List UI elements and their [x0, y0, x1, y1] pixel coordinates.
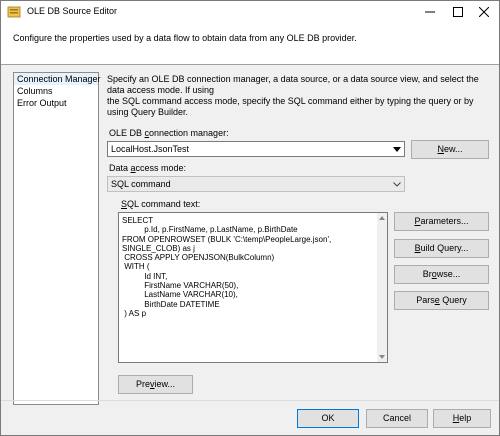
data-access-mode-label: Data access mode:	[109, 163, 187, 173]
parameters-button[interactable]: Parameters...	[394, 212, 489, 231]
cancel-button[interactable]: Cancel	[366, 409, 428, 428]
data-access-mode-dropdown[interactable]: SQL command	[107, 176, 405, 192]
browse-button[interactable]: Browse...	[394, 265, 489, 284]
dropdown-arrow-icon[interactable]	[389, 142, 404, 156]
ok-button[interactable]: OK	[297, 409, 359, 428]
window-title: OLE DB Source Editor	[27, 6, 118, 16]
nav-item-error-output[interactable]: Error Output	[14, 97, 98, 109]
close-button[interactable]	[469, 1, 499, 23]
instructions-line-1: Specify an OLE DB connection manager, a …	[107, 74, 479, 95]
ole-db-source-editor-window: OLE DB Source Editor Configure the prope…	[0, 0, 500, 436]
scroll-down-icon[interactable]	[377, 352, 387, 362]
title-bar: OLE DB Source Editor	[1, 1, 499, 23]
instructions-text: Specify an OLE DB connection manager, a …	[107, 74, 489, 118]
data-access-mode-value: SQL command	[111, 179, 171, 189]
description-text: Configure the properties used by a data …	[13, 33, 357, 43]
help-button[interactable]: Help	[433, 409, 491, 428]
parse-query-button[interactable]: Parse Query	[394, 291, 489, 310]
connection-manager-value: LocalHost.JsonTest	[111, 144, 190, 154]
footer-divider	[1, 400, 499, 401]
app-icon	[7, 5, 21, 19]
nav-item-connection-manager[interactable]: Connection Manager	[14, 73, 101, 85]
build-query-button[interactable]: Build Query...	[394, 239, 489, 258]
minimize-button[interactable]	[415, 1, 445, 23]
sql-command-text-label: SQL command text:	[121, 199, 201, 209]
scroll-up-icon[interactable]	[377, 213, 387, 223]
chevron-down-icon[interactable]	[389, 177, 404, 191]
instructions-line-2: the SQL command access mode, specify the…	[107, 96, 474, 117]
sql-command-textarea[interactable]: SELECT p.Id, p.FirstName, p.LastName, p.…	[118, 212, 388, 363]
vertical-scrollbar[interactable]	[377, 213, 387, 362]
description-panel: Configure the properties used by a data …	[1, 23, 499, 65]
connection-manager-label: OLE DB connection manager:	[109, 128, 229, 138]
preview-button[interactable]: Preview...	[118, 375, 193, 394]
connection-manager-dropdown[interactable]: LocalHost.JsonTest	[107, 141, 405, 157]
new-connection-button[interactable]: New...	[411, 140, 489, 159]
page-navigation-list: Connection Manager Columns Error Output	[13, 72, 101, 405]
nav-item-columns[interactable]: Columns	[14, 85, 98, 97]
sql-command-text[interactable]: SELECT p.Id, p.FirstName, p.LastName, p.…	[122, 216, 331, 318]
